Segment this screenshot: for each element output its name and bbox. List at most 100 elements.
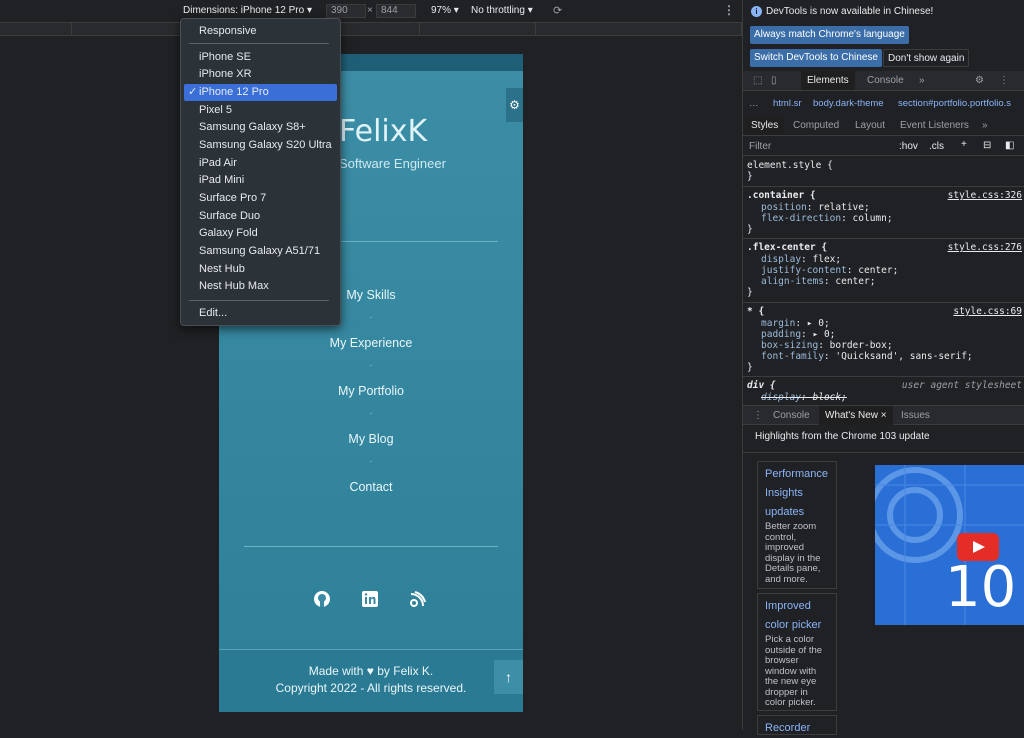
- rule-source-link[interactable]: style.css:276: [948, 242, 1022, 253]
- feature-description: Pick a color outside of the browser wind…: [765, 634, 823, 708]
- settings-button[interactable]: ⚙: [506, 88, 523, 122]
- rule-close: }: [747, 362, 753, 373]
- whats-new-title: Highlights from the Chrome 103 update: [755, 431, 930, 442]
- always-match-language-button[interactable]: Always match Chrome's language: [750, 26, 909, 44]
- tab-console[interactable]: Console: [861, 71, 910, 90]
- more-vertical-icon[interactable]: ⋮: [993, 71, 1015, 90]
- device-option[interactable]: Samsung Galaxy S20 Ultra: [184, 137, 337, 154]
- device-toggle-icon[interactable]: ▯: [765, 71, 783, 90]
- css-declaration[interactable]: box-sizing: border-box;: [761, 340, 893, 352]
- device-option-selected[interactable]: ✓ iPhone 12 Pro: [184, 84, 337, 101]
- device-option[interactable]: iPad Mini: [184, 172, 337, 189]
- tab-elements[interactable]: Elements: [801, 71, 855, 90]
- tab-issues[interactable]: Issues: [895, 406, 936, 425]
- github-icon[interactable]: [312, 590, 332, 610]
- gear-icon[interactable]: ⚙: [969, 71, 990, 90]
- rule-selector[interactable]: * {: [747, 306, 764, 318]
- rule-selector[interactable]: div {: [747, 380, 776, 392]
- more-tabs-icon[interactable]: »: [976, 116, 994, 135]
- rule-source-link[interactable]: style.css:69: [953, 306, 1022, 317]
- nav-dot: ·: [369, 456, 373, 466]
- css-declaration[interactable]: align-items: center;: [761, 276, 875, 288]
- scroll-top-button[interactable]: ↑: [494, 660, 523, 694]
- height-input[interactable]: 844: [376, 4, 416, 18]
- paint-icon[interactable]: ⊟: [983, 140, 991, 151]
- device-option[interactable]: Samsung Galaxy A51/71: [184, 243, 337, 260]
- rule-divider: [743, 238, 1024, 239]
- times-label: ×: [367, 5, 373, 16]
- more-tabs-icon[interactable]: »: [913, 71, 931, 90]
- tab-computed[interactable]: Computed: [787, 116, 845, 135]
- device-option[interactable]: iPad Air: [184, 155, 337, 172]
- device-option[interactable]: iPhone XR: [184, 66, 337, 83]
- nav-my-blog[interactable]: My Blog: [219, 432, 523, 446]
- gear-icon: ⚙: [509, 98, 520, 112]
- css-property: margin: [761, 318, 796, 329]
- menu-separator: [189, 300, 329, 301]
- rule-selector[interactable]: .container {: [747, 190, 816, 202]
- css-declaration[interactable]: display: flex;: [761, 254, 841, 266]
- feature-card[interactable]: Improved color picker Pick a color outsi…: [757, 593, 837, 711]
- feature-card[interactable]: Recorder: [757, 715, 837, 735]
- nav-my-experience[interactable]: My Experience: [219, 336, 523, 350]
- devtools-main-tabs: ⬚ ▯ Elements Console » ⚙ ⋮: [743, 71, 1024, 91]
- rule-selector[interactable]: element.style {: [747, 160, 833, 172]
- more-vertical-icon[interactable]: ⋮: [747, 406, 769, 425]
- tab-layout[interactable]: Layout: [849, 116, 891, 135]
- rule-selector[interactable]: .flex-center {: [747, 242, 827, 254]
- more-vertical-icon[interactable]: ⋮: [723, 3, 735, 17]
- css-declaration[interactable]: flex-direction: column;: [761, 213, 893, 225]
- tab-whats-new[interactable]: What's New ×: [819, 406, 893, 425]
- filter-input[interactable]: Filter: [749, 141, 771, 152]
- dont-show-again-button[interactable]: Don't show again: [883, 49, 970, 67]
- css-declaration[interactable]: padding: ▸ 0;: [761, 329, 835, 341]
- feature-title[interactable]: Recorder: [765, 719, 829, 738]
- throttling-dropdown[interactable]: No throttling ▾: [471, 5, 533, 16]
- zoom-dropdown[interactable]: 97% ▾: [431, 5, 459, 16]
- cls-toggle[interactable]: .cls: [929, 141, 944, 152]
- switch-to-chinese-button[interactable]: Switch DevTools to Chinese: [750, 49, 882, 67]
- dimensions-dropdown[interactable]: Dimensions: iPhone 12 Pro ▾: [183, 5, 312, 16]
- site-logo[interactable]: FelixK: [339, 114, 427, 149]
- breadcrumb-ellipsis[interactable]: …: [749, 98, 759, 109]
- rule-divider: [743, 376, 1024, 377]
- css-declaration[interactable]: position: relative;: [761, 202, 870, 214]
- css-declaration[interactable]: display: block;: [761, 392, 847, 404]
- css-value: ▸ 0;: [806, 318, 830, 329]
- rule-source-link[interactable]: style.css:326: [948, 190, 1022, 201]
- breadcrumb-item[interactable]: section#portfolio.portfolio.s: [898, 98, 1011, 109]
- breadcrumb-item[interactable]: html.sr: [773, 98, 802, 109]
- feature-card[interactable]: Performance Insights updates Better zoom…: [757, 461, 837, 589]
- linkedin-icon[interactable]: [360, 590, 380, 610]
- breadcrumb-item[interactable]: body.dark-theme: [813, 98, 884, 109]
- css-declaration[interactable]: justify-content: center;: [761, 265, 898, 277]
- device-option[interactable]: Nest Hub: [184, 261, 337, 278]
- tab-styles[interactable]: Styles: [745, 116, 785, 135]
- new-rule-icon[interactable]: +: [961, 139, 967, 150]
- device-option-responsive[interactable]: Responsive: [184, 23, 337, 40]
- device-option[interactable]: Surface Pro 7: [184, 190, 337, 207]
- device-option[interactable]: Samsung Galaxy S8+: [184, 119, 337, 136]
- device-option[interactable]: Pixel 5: [184, 102, 337, 119]
- device-option[interactable]: Surface Duo: [184, 208, 337, 225]
- css-property: box-sizing: [761, 340, 819, 351]
- feature-title[interactable]: Improved color picker: [765, 597, 829, 635]
- device-option[interactable]: iPhone SE: [184, 49, 337, 66]
- tab-console-drawer[interactable]: Console: [767, 406, 816, 425]
- device-option-edit[interactable]: Edit...: [184, 305, 337, 322]
- tab-event-listeners[interactable]: Event Listeners: [894, 116, 975, 135]
- device-option[interactable]: Galaxy Fold: [184, 225, 337, 242]
- blog-icon[interactable]: [408, 590, 428, 610]
- hov-toggle[interactable]: :hov: [899, 141, 918, 152]
- sidebar-toggle-icon[interactable]: ◧: [1005, 140, 1014, 151]
- css-declaration[interactable]: margin: ▸ 0;: [761, 318, 830, 330]
- promo-video-thumbnail[interactable]: 10: [875, 465, 1024, 625]
- feature-title[interactable]: Performance Insights updates: [765, 465, 829, 522]
- device-option[interactable]: Nest Hub Max: [184, 278, 337, 295]
- media-query-ruler[interactable]: [0, 22, 742, 36]
- nav-contact[interactable]: Contact: [219, 480, 523, 494]
- nav-my-portfolio[interactable]: My Portfolio: [219, 384, 523, 398]
- css-declaration[interactable]: font-family: 'Quicksand', sans-serif;: [761, 351, 973, 363]
- rotate-icon[interactable]: ⟳: [553, 4, 562, 17]
- width-input[interactable]: 390: [326, 4, 366, 18]
